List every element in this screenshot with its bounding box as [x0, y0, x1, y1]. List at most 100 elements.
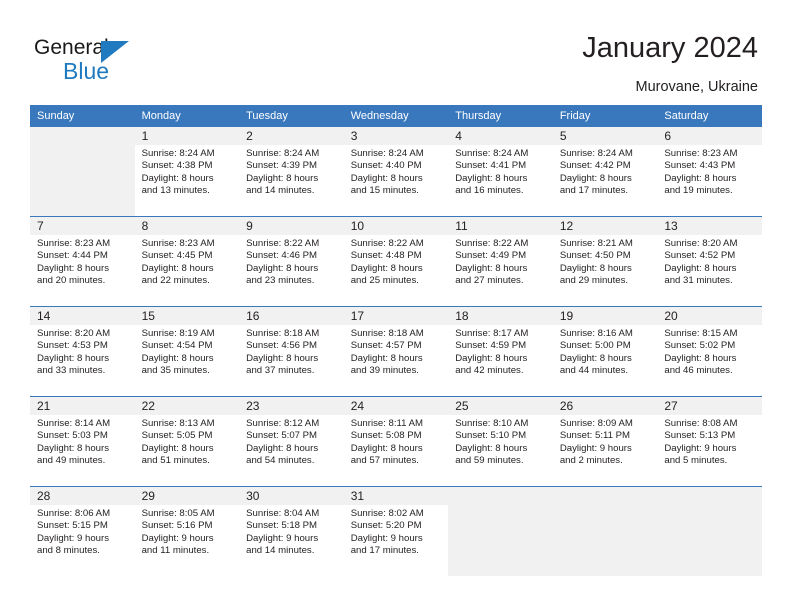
calendar-day-cell[interactable]: 8 Sunrise: 8:23 AM Sunset: 4:45 PM Daylight… — [134, 216, 240, 307]
general-blue-logo[interactable]: General Blue — [34, 36, 214, 88]
calendar-day-cell[interactable]: 17 Sunrise: 8:18 AM Sunset: 4:57 PM Dayligh… — [343, 306, 449, 397]
day-detail-sunset: Sunset: 5:13 PM — [664, 430, 736, 442]
day-detail-daylight-2: and 5 minutes. — [664, 454, 728, 466]
calendar-day-cell[interactable]: 23 Sunrise: 8:12 AM Sunset: 5:07 PM Dayligh… — [239, 396, 344, 487]
day-detail-sunrise: Sunrise: 8:24 AM — [350, 148, 424, 159]
day-cell-inner — [552, 487, 658, 576]
calendar-day-cell[interactable]: 29 Sunrise: 8:05 AM Sunset: 5:16 PM Dayligh… — [134, 486, 240, 576]
calendar-day-cell[interactable]: 21 Sunrise: 8:14 AM Sunset: 5:03 PM Dayligh… — [30, 396, 135, 487]
day-cell-inner: 13 Sunrise: 8:20 AM Sunset: 4:52 PM Dayligh… — [657, 217, 762, 306]
day-cell-inner: 5 Sunrise: 8:24 AM Sunset: 4:42 PM Daylight… — [552, 127, 658, 216]
day-number: 24 — [343, 397, 449, 415]
day-detail-daylight-1: Daylight: 8 hours — [350, 262, 423, 274]
day-details: Sunrise: 8:12 AM Sunset: 5:07 PM Daylight:… — [239, 415, 344, 467]
day-details: Sunrise: 8:22 AM Sunset: 4:46 PM Daylight:… — [239, 235, 344, 287]
calendar-day-cell[interactable]: 4 Sunrise: 8:24 AM Sunset: 4:41 PM Daylight… — [448, 127, 553, 217]
day-detail-daylight-2: and 13 minutes. — [141, 184, 210, 196]
day-detail-daylight-2: and 22 minutes. — [141, 274, 210, 286]
calendar-day-cell[interactable]: 10 Sunrise: 8:22 AM Sunset: 4:48 PM Dayligh… — [343, 216, 449, 307]
day-detail-daylight-1: Daylight: 8 hours — [141, 172, 214, 184]
day-detail-daylight-1: Daylight: 8 hours — [246, 352, 319, 364]
calendar-day-cell[interactable]: 28 Sunrise: 8:06 AM Sunset: 5:15 PM Dayligh… — [30, 486, 135, 576]
day-cell-inner: 21 Sunrise: 8:14 AM Sunset: 5:03 PM Dayligh… — [30, 397, 135, 486]
calendar-day-cell[interactable]: 7 Sunrise: 8:23 AM Sunset: 4:44 PM Daylight… — [30, 216, 135, 307]
calendar-day-cell[interactable]: 30 Sunrise: 8:04 AM Sunset: 5:18 PM Dayligh… — [239, 486, 344, 576]
day-details: Sunrise: 8:04 AM Sunset: 5:18 PM Daylight:… — [239, 505, 344, 557]
day-detail-sunset: Sunset: 4:42 PM — [559, 160, 631, 172]
day-cell-inner: 29 Sunrise: 8:05 AM Sunset: 5:16 PM Dayligh… — [134, 487, 240, 576]
calendar-day-cell[interactable]: 6 Sunrise: 8:23 AM Sunset: 4:43 PM Daylight… — [657, 127, 762, 217]
day-cell-inner: 20 Sunrise: 8:15 AM Sunset: 5:02 PM Dayligh… — [657, 307, 762, 396]
day-detail-daylight-2: and 35 minutes. — [141, 364, 210, 376]
day-details — [30, 145, 135, 148]
day-detail-daylight-2: and 46 minutes. — [664, 364, 733, 376]
day-detail-daylight-2: and 37 minutes. — [246, 364, 315, 376]
day-detail-sunset: Sunset: 4:43 PM — [664, 160, 736, 172]
day-cell-inner: 23 Sunrise: 8:12 AM Sunset: 5:07 PM Dayligh… — [239, 397, 344, 486]
calendar-day-cell[interactable]: 31 Sunrise: 8:02 AM Sunset: 5:20 PM Dayligh… — [343, 486, 449, 576]
calendar-day-cell[interactable]: 15 Sunrise: 8:19 AM Sunset: 4:54 PM Dayligh… — [134, 306, 240, 397]
calendar-day-cell[interactable]: 19 Sunrise: 8:16 AM Sunset: 5:00 PM Dayligh… — [552, 306, 658, 397]
day-details: Sunrise: 8:08 AM Sunset: 5:13 PM Daylight:… — [657, 415, 762, 467]
day-cell-inner: 3 Sunrise: 8:24 AM Sunset: 4:40 PM Daylight… — [343, 127, 449, 216]
day-cell-inner: 15 Sunrise: 8:19 AM Sunset: 4:54 PM Dayligh… — [134, 307, 240, 396]
calendar-day-cell-empty — [30, 127, 135, 217]
day-details: Sunrise: 8:24 AM Sunset: 4:38 PM Daylight:… — [135, 145, 240, 197]
day-details: Sunrise: 8:20 AM Sunset: 4:53 PM Daylight:… — [30, 325, 135, 377]
calendar-week-row: 28 Sunrise: 8:06 AM Sunset: 5:15 PM Dayligh… — [30, 486, 762, 576]
day-detail-sunrise: Sunrise: 8:24 AM — [141, 148, 215, 159]
calendar-day-cell[interactable]: 26 Sunrise: 8:09 AM Sunset: 5:11 PM Dayligh… — [552, 396, 658, 487]
calendar-day-cell[interactable]: 5 Sunrise: 8:24 AM Sunset: 4:42 PM Daylight… — [552, 127, 658, 217]
day-detail-sunrise: Sunrise: 8:23 AM — [664, 148, 738, 159]
calendar-day-cell[interactable]: 13 Sunrise: 8:20 AM Sunset: 4:52 PM Dayligh… — [657, 216, 762, 307]
day-detail-sunset: Sunset: 5:08 PM — [350, 430, 422, 442]
calendar-day-cell[interactable]: 22 Sunrise: 8:13 AM Sunset: 5:05 PM Dayligh… — [134, 396, 240, 487]
calendar-day-cell[interactable]: 27 Sunrise: 8:08 AM Sunset: 5:13 PM Dayligh… — [657, 396, 762, 487]
calendar-day-cell[interactable]: 14 Sunrise: 8:20 AM Sunset: 4:53 PM Dayligh… — [30, 306, 135, 397]
day-cell-inner: 18 Sunrise: 8:17 AM Sunset: 4:59 PM Dayligh… — [448, 307, 553, 396]
calendar-day-cell[interactable]: 11 Sunrise: 8:22 AM Sunset: 4:49 PM Dayligh… — [448, 216, 553, 307]
day-detail-daylight-2: and 39 minutes. — [350, 364, 419, 376]
weekday-header-tuesday: Tuesday — [239, 105, 344, 127]
day-detail-sunrise: Sunrise: 8:20 AM — [37, 328, 111, 339]
calendar-day-cell[interactable]: 18 Sunrise: 8:17 AM Sunset: 4:59 PM Dayligh… — [448, 306, 553, 397]
day-number: 17 — [343, 307, 449, 325]
day-detail-daylight-1: Daylight: 8 hours — [141, 262, 214, 274]
day-detail-sunrise: Sunrise: 8:15 AM — [664, 328, 738, 339]
day-detail-daylight-1: Daylight: 8 hours — [664, 352, 737, 364]
day-detail-sunset: Sunset: 4:50 PM — [559, 250, 631, 262]
day-detail-daylight-2: and 29 minutes. — [559, 274, 629, 286]
calendar-week-row: 14 Sunrise: 8:20 AM Sunset: 4:53 PM Dayligh… — [30, 306, 762, 397]
day-detail-sunrise: Sunrise: 8:12 AM — [246, 418, 320, 429]
day-detail-sunrise: Sunrise: 8:20 AM — [664, 238, 738, 249]
day-detail-sunset: Sunset: 4:49 PM — [455, 250, 527, 262]
day-details: Sunrise: 8:24 AM Sunset: 4:40 PM Daylight:… — [344, 145, 449, 197]
day-cell-inner: 17 Sunrise: 8:18 AM Sunset: 4:57 PM Dayligh… — [343, 307, 449, 396]
day-detail-daylight-1: Daylight: 9 hours — [141, 532, 214, 544]
calendar-week-row: 21 Sunrise: 8:14 AM Sunset: 5:03 PM Dayligh… — [30, 396, 762, 487]
calendar-day-cell[interactable]: 3 Sunrise: 8:24 AM Sunset: 4:40 PM Daylight… — [343, 127, 449, 217]
day-detail-sunrise: Sunrise: 8:18 AM — [350, 328, 424, 339]
weekday-header-thursday: Thursday — [448, 105, 553, 127]
weekday-header-saturday: Saturday — [657, 105, 762, 127]
calendar-day-cell[interactable]: 25 Sunrise: 8:10 AM Sunset: 5:10 PM Dayligh… — [448, 396, 553, 487]
day-detail-daylight-1: Daylight: 8 hours — [37, 442, 109, 454]
weekday-header-row: Sunday Monday Tuesday Wednesday Thursday… — [30, 105, 762, 127]
day-detail-daylight-2: and 17 minutes. — [350, 544, 419, 556]
calendar-day-cell[interactable]: 20 Sunrise: 8:15 AM Sunset: 5:02 PM Dayligh… — [657, 306, 762, 397]
day-detail-sunrise: Sunrise: 8:14 AM — [37, 418, 111, 429]
calendar-day-cell[interactable]: 16 Sunrise: 8:18 AM Sunset: 4:56 PM Dayligh… — [239, 306, 344, 397]
calendar-day-cell[interactable]: 24 Sunrise: 8:11 AM Sunset: 5:08 PM Dayligh… — [343, 396, 449, 487]
day-detail-sunset: Sunset: 4:52 PM — [664, 250, 736, 262]
calendar-day-cell[interactable]: 12 Sunrise: 8:21 AM Sunset: 4:50 PM Dayligh… — [552, 216, 658, 307]
day-number: 30 — [239, 487, 344, 505]
calendar-day-cell[interactable]: 1 Sunrise: 8:24 AM Sunset: 4:38 PM Daylight… — [134, 127, 240, 217]
calendar-day-cell[interactable]: 2 Sunrise: 8:24 AM Sunset: 4:39 PM Daylight… — [239, 127, 344, 217]
day-details: Sunrise: 8:22 AM Sunset: 4:48 PM Daylight:… — [344, 235, 449, 287]
day-detail-daylight-1: Daylight: 8 hours — [559, 352, 632, 364]
calendar-day-cell[interactable]: 9 Sunrise: 8:22 AM Sunset: 4:46 PM Daylight… — [239, 216, 344, 307]
day-number: 11 — [448, 217, 553, 235]
day-detail-sunset: Sunset: 5:00 PM — [559, 340, 631, 352]
day-detail-daylight-2: and 19 minutes. — [664, 184, 733, 196]
day-detail-sunrise: Sunrise: 8:19 AM — [141, 328, 215, 339]
